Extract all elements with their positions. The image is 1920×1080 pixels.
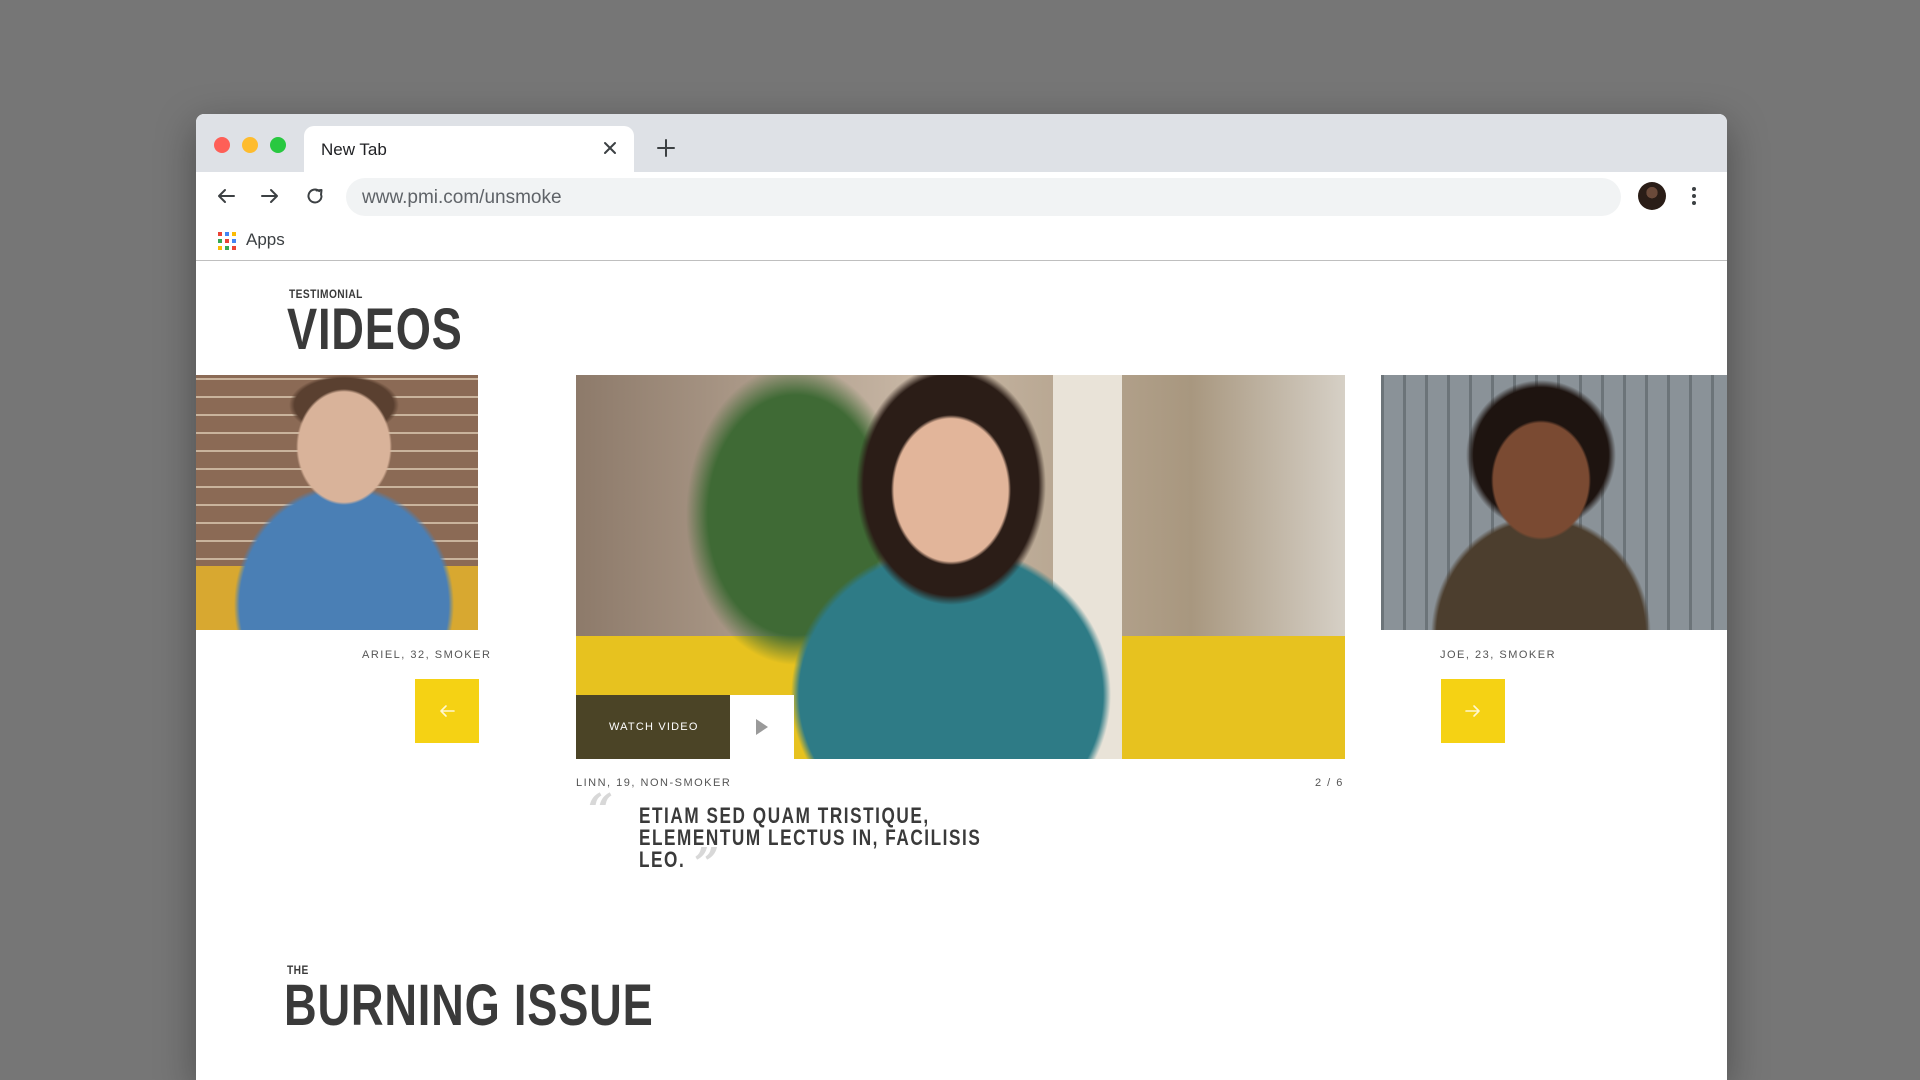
right-caption: JOE, 23, SMOKER — [1440, 649, 1557, 661]
tab-title: New Tab — [321, 140, 387, 159]
prev-button[interactable] — [415, 679, 479, 743]
play-button[interactable] — [730, 695, 794, 759]
quote-line-3: LEO. — [639, 847, 686, 872]
url-text: www.pmi.com/unsmoke — [362, 187, 562, 208]
testimonial-thumbnail-right[interactable] — [1381, 375, 1727, 630]
watch-video-button[interactable]: WATCH VIDEO — [576, 695, 730, 759]
browser-tab[interactable]: New Tab — [304, 126, 634, 172]
profile-avatar[interactable] — [1638, 182, 1666, 210]
open-quote-mark: “ — [588, 785, 614, 836]
title-bar: New Tab — [196, 114, 1727, 172]
close-window-button[interactable] — [214, 137, 230, 153]
browser-window: New Tab www.pmi.com/unsmoke Apps TESTIMO… — [196, 114, 1727, 1080]
page-content: TESTIMONIAL VIDEOS ARIEL, 32, SMOKER JOE… — [196, 261, 1727, 1080]
bookmarks-bar: Apps — [196, 220, 1727, 261]
next-button[interactable] — [1441, 679, 1505, 743]
close-quote-mark: ” — [694, 839, 720, 890]
browser-toolbar: www.pmi.com/unsmoke — [196, 172, 1727, 220]
quote-line-2: ELEMENTUM LECTUS IN, FACILISIS — [639, 825, 982, 850]
left-caption: ARIEL, 32, SMOKER — [362, 649, 492, 661]
slide-counter: 2 / 6 — [1315, 777, 1344, 789]
kebab-menu-icon[interactable] — [1682, 184, 1706, 208]
apps-bookmark-label[interactable]: Apps — [246, 230, 285, 250]
burning-issue-title: BURNING ISSUE — [284, 973, 654, 1038]
address-bar[interactable]: www.pmi.com/unsmoke — [346, 178, 1621, 216]
maximize-window-button[interactable] — [270, 137, 286, 153]
minimize-window-button[interactable] — [242, 137, 258, 153]
videos-title: VIDEOS — [287, 297, 463, 362]
watch-video-label: WATCH VIDEO — [609, 721, 699, 733]
arrow-right-icon — [1465, 705, 1480, 717]
play-icon — [756, 719, 768, 735]
reload-icon[interactable] — [303, 184, 327, 208]
back-arrow-icon[interactable] — [214, 184, 238, 208]
arrow-left-icon — [440, 705, 455, 717]
apps-grid-icon[interactable] — [218, 232, 236, 250]
forward-arrow-icon[interactable] — [258, 184, 282, 208]
plus-icon[interactable] — [654, 136, 678, 160]
close-icon[interactable] — [598, 136, 622, 160]
testimonial-thumbnail-left[interactable] — [196, 375, 478, 630]
